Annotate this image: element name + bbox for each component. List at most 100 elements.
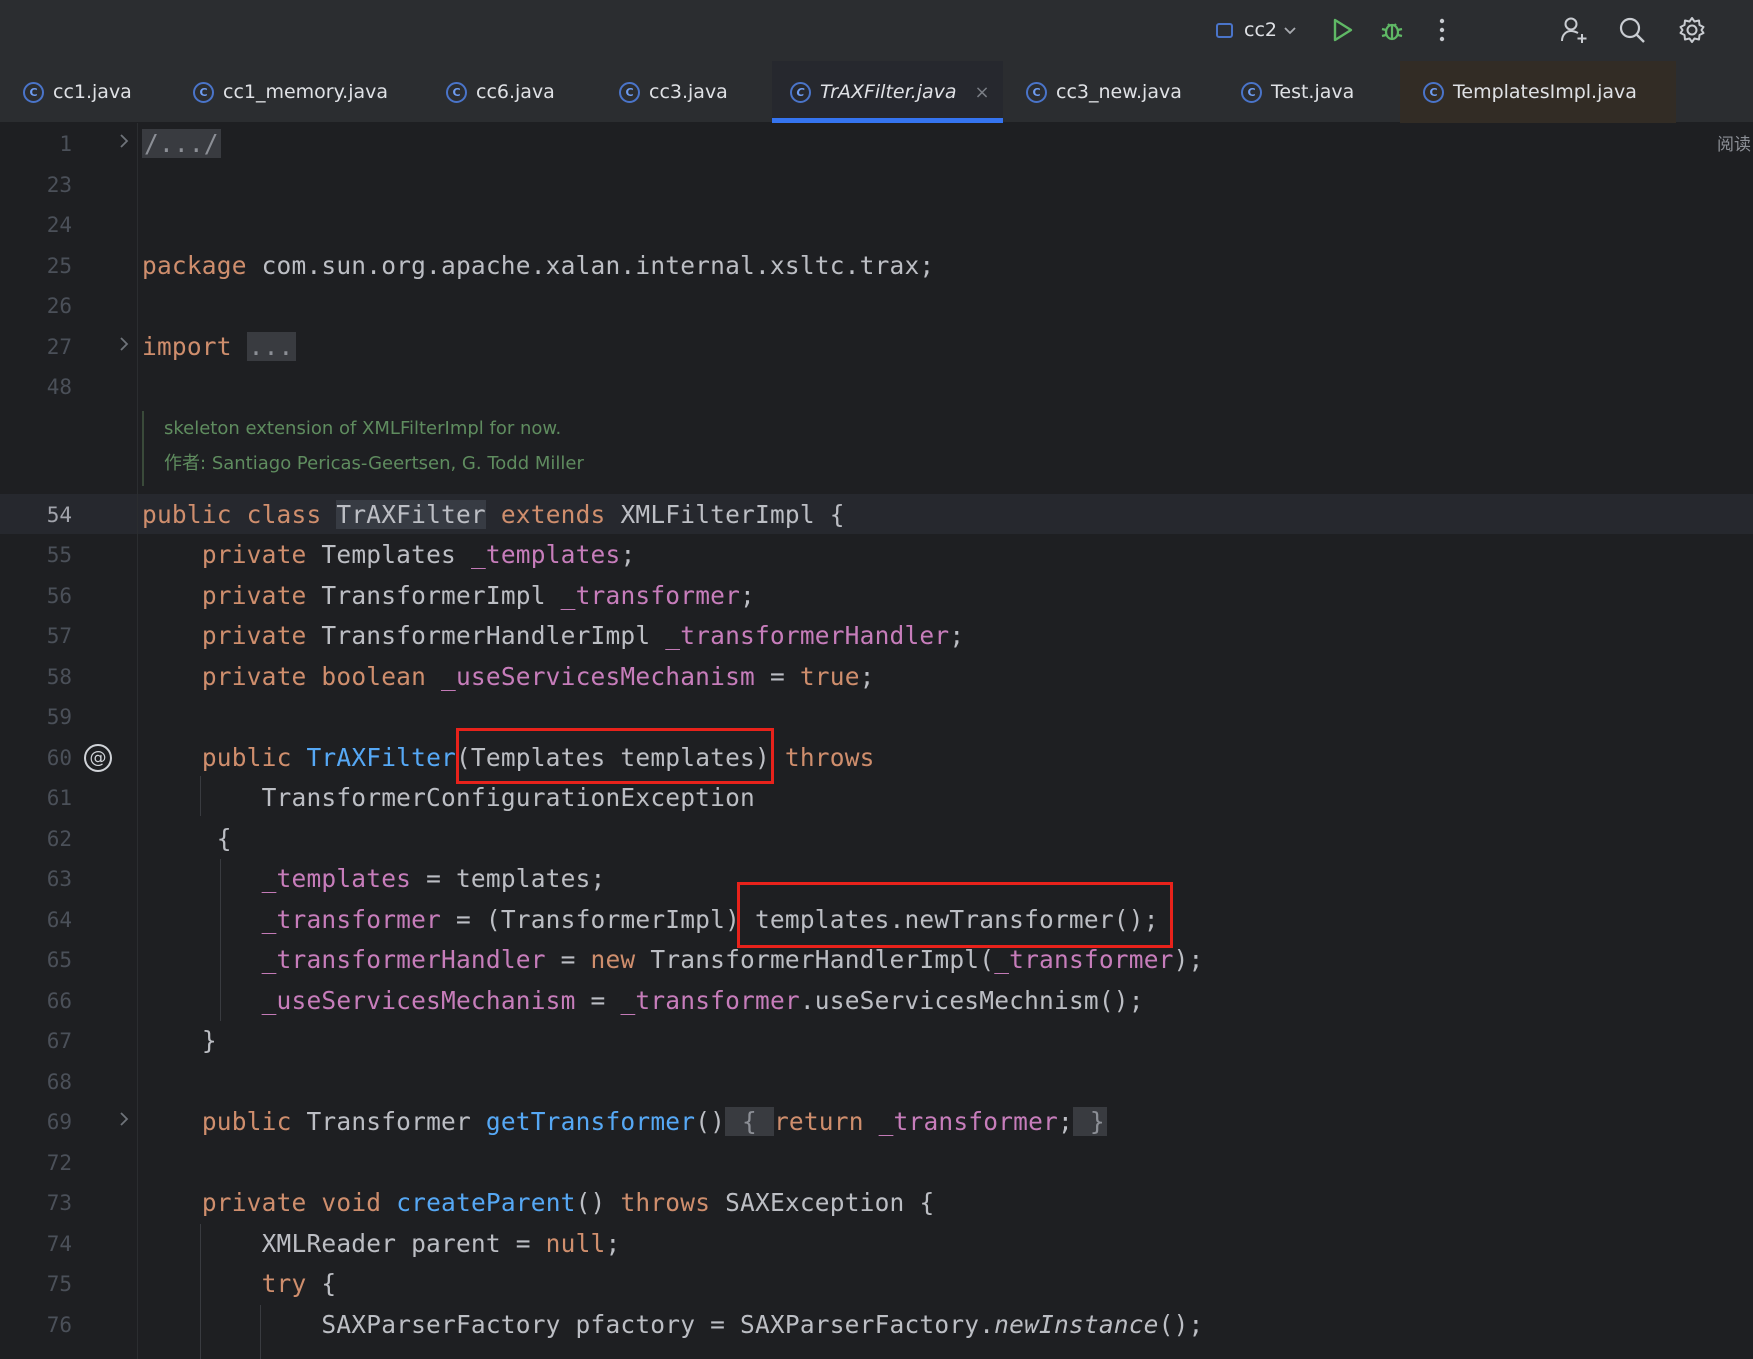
tab-cc3[interactable]: Ccc3.java <box>596 61 756 123</box>
code-line-55[interactable]: private Templates _templates; <box>142 535 635 575</box>
brace: { <box>216 824 232 853</box>
code-line-66[interactable]: _useServicesMechanism = _transformer.use… <box>142 981 1144 1021</box>
annotation-box-newtransformer <box>737 882 1173 948</box>
code-line-69[interactable]: public Transformer getTransformer() { re… <box>142 1102 1107 1142</box>
code-line-62[interactable]: { <box>142 819 232 859</box>
code-line-73[interactable]: private void createParent() throws SAXEx… <box>142 1183 934 1223</box>
keyword: null <box>545 1229 606 1258</box>
close-icon[interactable]: × <box>975 82 990 103</box>
code-line-58[interactable]: private boolean _useServicesMechanism = … <box>142 657 875 697</box>
tab-cc3-new[interactable]: Ccc3_new.java <box>1003 61 1213 123</box>
debug-button[interactable] <box>1374 10 1410 50</box>
add-user-icon <box>1559 15 1589 45</box>
code-line-1[interactable]: /.../ <box>142 124 221 164</box>
javadoc-block: skeleton extension of XMLFilterImpl for … <box>142 411 584 486</box>
static-method: newInstance <box>994 1310 1159 1339</box>
gutter-separator <box>137 123 138 1359</box>
tab-test[interactable]: C Test.java <box>1218 61 1398 123</box>
javadoc-author: 作者: Santiago Pericas-Geertsen, G. Todd M… <box>164 446 584 481</box>
debug-icon <box>1379 17 1405 43</box>
add-user-button[interactable] <box>1556 10 1592 50</box>
parens: () <box>695 1107 726 1136</box>
tab-label: cc1_memory.java <box>223 81 389 103</box>
line-number: 24 <box>46 213 72 237</box>
field: _templates <box>261 864 412 893</box>
run-button[interactable] <box>1325 10 1361 50</box>
folded-imports[interactable]: ... <box>246 332 296 361</box>
code-line-57[interactable]: private TransformerHandlerImpl _transfor… <box>142 616 964 656</box>
run-icon <box>1331 17 1355 43</box>
code-line-54[interactable]: public class TrAXFilter extends XMLFilte… <box>142 495 845 535</box>
code-line-76[interactable]: SAXParserFactory pfactory = SAXParserFac… <box>142 1305 1203 1345</box>
fold-chevron-icon[interactable] <box>118 327 130 367</box>
class-icon: C <box>1026 81 1047 103</box>
line-number: 26 <box>46 294 72 318</box>
keyword: throws <box>784 743 875 772</box>
line-number: 62 <box>46 827 72 851</box>
reader-mode-button[interactable]: 阅读 <box>1717 130 1751 155</box>
line-number: 67 <box>46 1029 72 1053</box>
code-line-67[interactable]: } <box>142 1021 217 1061</box>
code-line-25[interactable]: package com.sun.org.apache.xalan.interna… <box>142 246 934 286</box>
search-button[interactable] <box>1614 10 1650 50</box>
override-marker-icon[interactable]: @ <box>84 744 112 772</box>
method-name: createParent <box>396 1188 576 1217</box>
javadoc-author-label: 作者: <box>164 453 207 474</box>
settings-button[interactable] <box>1674 10 1710 50</box>
keyword: try <box>261 1269 307 1298</box>
more-icon <box>1439 18 1445 42</box>
keyword: void <box>321 1188 382 1217</box>
tab-traxfilter[interactable]: C TrAXFilter.java × <box>772 61 1003 123</box>
fold-chevron-icon[interactable] <box>118 1102 130 1142</box>
punctuation: (); <box>1158 1310 1204 1339</box>
editor-tab-bar: Ccc1.java Ccc1_memory.java Ccc6.java Ccc… <box>0 61 1753 123</box>
tab-label: cc1.java <box>53 81 132 103</box>
literal: true <box>799 662 860 691</box>
folded-body-open[interactable]: { <box>725 1107 774 1136</box>
line-number: 60 <box>46 746 72 770</box>
tab-label: Test.java <box>1271 81 1355 103</box>
class-icon: C <box>193 81 214 103</box>
line-number: 58 <box>46 665 72 689</box>
code-line-56[interactable]: private TransformerImpl _transformer; <box>142 576 755 616</box>
tab-templatesimpl[interactable]: C TemplatesImpl.java <box>1400 61 1676 123</box>
code-line-61[interactable]: TransformerConfigurationException <box>142 778 755 818</box>
exception-type: SAXException { <box>710 1188 935 1217</box>
declaration: SAXParserFactory pfactory = SAXParserFac… <box>321 1310 995 1339</box>
tab-cc1-memory[interactable]: Ccc1_memory.java <box>170 61 400 123</box>
code-line-75[interactable]: try { <box>142 1264 337 1304</box>
folded-header[interactable]: /.../ <box>142 129 221 158</box>
keyword: import <box>142 332 232 361</box>
keyword: public <box>201 1107 292 1136</box>
line-number-current: 54 <box>46 503 72 527</box>
project-selector[interactable]: cc2 <box>1204 10 1309 50</box>
line-number: 57 <box>46 624 72 648</box>
more-button[interactable] <box>1426 10 1458 50</box>
code-line-63[interactable]: _templates = templates; <box>142 859 606 899</box>
code-line-74[interactable]: XMLReader parent = null; <box>142 1224 621 1264</box>
line-number: 1 <box>59 132 72 156</box>
brace: } <box>201 1026 217 1055</box>
fold-chevron-icon[interactable] <box>118 124 130 164</box>
annotation-box-params <box>456 728 774 784</box>
code-line-27[interactable]: import ... <box>142 327 296 367</box>
line-number: 63 <box>46 867 72 891</box>
line-number: 66 <box>46 989 72 1013</box>
line-number: 69 <box>46 1110 72 1134</box>
constructor-name: TrAXFilter <box>306 743 456 772</box>
tab-cc6[interactable]: Ccc6.java <box>423 61 583 123</box>
tab-label: cc6.java <box>476 81 555 103</box>
operator: = <box>545 945 591 974</box>
type: Transformer <box>291 1107 486 1136</box>
line-number: 59 <box>46 705 72 729</box>
folded-body-close[interactable]: } <box>1072 1107 1107 1136</box>
tab-cc1[interactable]: Ccc1.java <box>0 61 148 123</box>
keyword: extends <box>500 500 606 529</box>
parens: () <box>575 1188 621 1217</box>
keyword: public <box>201 743 292 772</box>
declaration: XMLReader parent = <box>261 1229 546 1258</box>
class-icon: C <box>619 81 640 103</box>
gear-icon <box>1678 16 1706 44</box>
keyword: private <box>201 621 307 650</box>
line-number: 76 <box>46 1313 72 1337</box>
